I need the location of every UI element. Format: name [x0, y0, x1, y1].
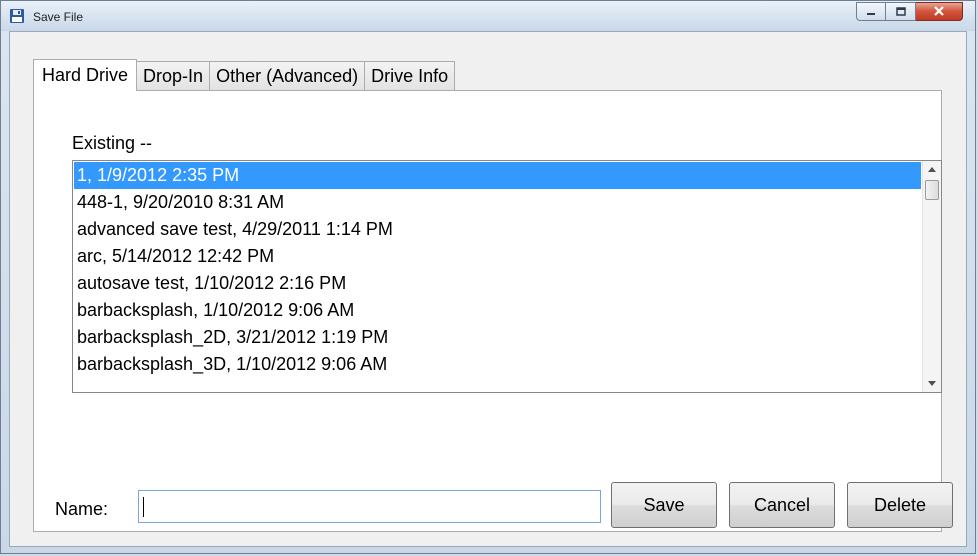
scroll-up-arrow-icon [928, 165, 936, 174]
list-item[interactable]: advanced save test, 4/29/2011 1:14 PM [74, 216, 921, 243]
delete-button[interactable]: Delete [847, 482, 953, 528]
existing-files-list[interactable]: 1, 1/9/2012 2:35 PM 448-1, 9/20/2010 8:3… [72, 160, 942, 393]
tab-drop-in[interactable]: Drop-In [136, 61, 211, 91]
name-label: Name: [55, 499, 109, 519]
scroll-down-arrow-icon [928, 379, 936, 388]
floppy-disk-icon [9, 8, 25, 24]
minimize-icon [866, 3, 876, 21]
list-item[interactable]: arc, 5/14/2012 12:42 PM [74, 243, 921, 270]
tab-drive-info[interactable]: Drive Info [364, 61, 456, 91]
tab-other-advanced[interactable]: Other (Advanced) [209, 61, 366, 91]
scroll-down-button[interactable] [923, 375, 941, 392]
list-item[interactable]: barbacksplash_3D, 1/10/2012 9:06 AM [74, 351, 921, 378]
list-item[interactable]: 1, 1/9/2012 2:35 PM [74, 162, 921, 189]
list-item[interactable]: barbacksplash_2D, 3/21/2012 1:19 PM [74, 324, 921, 351]
scroll-up-button[interactable] [923, 161, 941, 178]
close-icon [933, 3, 945, 21]
list-item[interactable]: 448-1, 9/20/2010 8:31 AM [74, 189, 921, 216]
maximize-icon [895, 3, 906, 21]
existing-label: Existing -- [72, 133, 153, 153]
list-item[interactable]: barbacksplash, 1/10/2012 9:06 AM [74, 297, 921, 324]
list-item[interactable]: autosave test, 1/10/2012 2:16 PM [74, 270, 921, 297]
caption-buttons [856, 2, 963, 22]
text-caret [143, 497, 144, 517]
tab-hard-drive[interactable]: Hard Drive [33, 59, 138, 91]
close-button[interactable] [916, 2, 963, 21]
tab-strip: Hard Drive Drop-In Other (Advanced) Driv… [33, 59, 456, 91]
minimize-button[interactable] [856, 2, 886, 21]
scroll-thumb[interactable] [925, 180, 939, 200]
vertical-scrollbar[interactable] [922, 161, 941, 392]
title-bar[interactable]: Save File [1, 1, 975, 31]
dialog-client-area: Hard Drive Drop-In Other (Advanced) Driv… [9, 31, 967, 547]
save-file-window: Save File Hard Drive Drop-In Other (Adva… [0, 0, 976, 554]
save-button[interactable]: Save [611, 482, 717, 528]
cancel-button[interactable]: Cancel [729, 482, 835, 528]
list-items: 1, 1/9/2012 2:35 PM 448-1, 9/20/2010 8:3… [74, 162, 921, 378]
maximize-button[interactable] [886, 2, 916, 21]
hard-drive-panel: Existing -- 1, 1/9/2012 2:35 PM 448-1, 9… [33, 90, 942, 532]
window-title: Save File [33, 10, 84, 24]
name-input[interactable] [138, 490, 601, 523]
